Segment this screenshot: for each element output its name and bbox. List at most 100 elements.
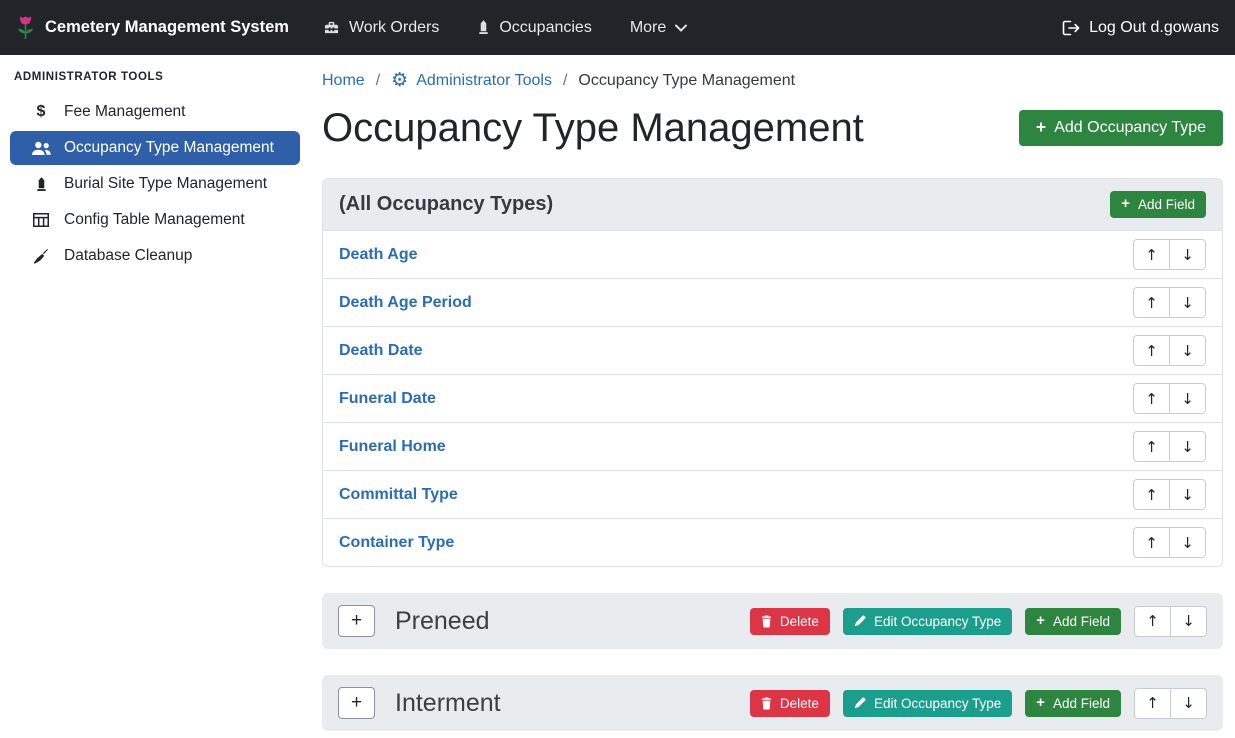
section-title: Interment xyxy=(395,689,501,718)
nav-links: Work Orders Occupancies More xyxy=(323,19,687,37)
add-field-label: Add Field xyxy=(1053,614,1110,629)
arrow-down-icon: ↓ xyxy=(1181,534,1194,552)
nav-work-orders[interactable]: Work Orders xyxy=(323,19,439,37)
move-down-button[interactable]: ↓ xyxy=(1169,287,1206,318)
edit-occupancy-type-button[interactable]: Edit Occupancy Type xyxy=(843,690,1012,717)
field-link-death-age-period[interactable]: Death Age Period xyxy=(339,294,472,312)
sidebar-item-database-cleanup[interactable]: Database Cleanup xyxy=(10,239,300,273)
pencil-icon xyxy=(854,615,866,627)
move-up-button[interactable]: ↑ xyxy=(1134,606,1171,637)
reorder-group: ↑ ↓ xyxy=(1133,383,1206,414)
move-up-button[interactable]: ↑ xyxy=(1133,335,1170,366)
app-brand[interactable]: Cemetery Management System xyxy=(16,14,289,42)
reorder-group: ↑ ↓ xyxy=(1134,606,1207,637)
arrow-down-icon: ↓ xyxy=(1181,390,1194,408)
add-occupancy-type-label: Add Occupancy Type xyxy=(1054,119,1206,137)
move-up-button[interactable]: ↑ xyxy=(1133,287,1170,318)
breadcrumb-home[interactable]: Home xyxy=(322,72,365,90)
move-down-button[interactable]: ↓ xyxy=(1169,431,1206,462)
add-field-button[interactable]: + Add Field xyxy=(1110,191,1206,218)
move-down-button[interactable]: ↓ xyxy=(1169,479,1206,510)
sidebar-heading: Administrator Tools xyxy=(0,65,310,93)
sidebar-item-fee-management[interactable]: $ Fee Management xyxy=(10,95,300,129)
add-occupancy-type-button[interactable]: + Add Occupancy Type xyxy=(1019,110,1223,146)
field-link-funeral-home[interactable]: Funeral Home xyxy=(339,438,446,456)
move-down-button[interactable]: ↓ xyxy=(1170,688,1207,719)
monument-icon xyxy=(30,177,52,192)
occupancy-type-section-interment: + Interment Delete xyxy=(322,675,1223,731)
move-down-button[interactable]: ↓ xyxy=(1169,527,1206,558)
dollar-icon: $ xyxy=(30,104,52,120)
broom-icon xyxy=(30,248,52,264)
plus-icon: + xyxy=(1036,614,1045,629)
move-down-button[interactable]: ↓ xyxy=(1169,239,1206,270)
sidebar-item-label: Occupancy Type Management xyxy=(64,139,274,157)
section-title: Preneed xyxy=(395,607,490,636)
main-content: Home / ⚙ Administrator Tools / Occupancy… xyxy=(310,55,1235,738)
edit-occupancy-type-button[interactable]: Edit Occupancy Type xyxy=(843,608,1012,635)
field-row: Committal Type ↑ ↓ xyxy=(323,471,1222,519)
move-up-button[interactable]: ↑ xyxy=(1133,527,1170,558)
arrow-up-icon: ↑ xyxy=(1146,694,1159,712)
monument-icon xyxy=(477,20,490,35)
edit-occupancy-type-label: Edit Occupancy Type xyxy=(874,696,1001,711)
field-row: Funeral Date ↑ ↓ xyxy=(323,375,1222,423)
arrow-down-icon: ↓ xyxy=(1182,612,1195,630)
all-occupancy-types-header: (All Occupancy Types) + Add Field xyxy=(323,179,1222,231)
plus-icon: + xyxy=(1036,119,1046,137)
plus-icon: + xyxy=(1036,696,1045,711)
field-link-death-age[interactable]: Death Age xyxy=(339,246,418,264)
expand-button[interactable]: + xyxy=(338,687,375,719)
move-up-button[interactable]: ↑ xyxy=(1133,479,1170,510)
arrow-up-icon: ↑ xyxy=(1145,294,1158,312)
sidebar-item-label: Config Table Management xyxy=(64,211,245,229)
edit-occupancy-type-label: Edit Occupancy Type xyxy=(874,614,1001,629)
delete-label: Delete xyxy=(780,696,819,711)
title-row: Occupancy Type Management + Add Occupanc… xyxy=(322,104,1223,152)
field-link-death-date[interactable]: Death Date xyxy=(339,342,423,360)
move-up-button[interactable]: ↑ xyxy=(1133,383,1170,414)
breadcrumb: Home / ⚙ Administrator Tools / Occupancy… xyxy=(322,71,1223,90)
breadcrumb-admin-tools[interactable]: ⚙ Administrator Tools xyxy=(391,71,552,90)
arrow-up-icon: ↑ xyxy=(1145,438,1158,456)
add-field-button[interactable]: + Add Field xyxy=(1025,608,1121,635)
sidebar-item-config-table-management[interactable]: Config Table Management xyxy=(10,203,300,237)
plus-icon: + xyxy=(1121,197,1130,212)
nav-more-label: More xyxy=(630,19,666,37)
sidebar-item-burial-site-type-management[interactable]: Burial Site Type Management xyxy=(10,167,300,201)
field-row: Death Date ↑ ↓ xyxy=(323,327,1222,375)
nav-occupancies[interactable]: Occupancies xyxy=(477,19,592,37)
arrow-up-icon: ↑ xyxy=(1145,534,1158,552)
move-up-button[interactable]: ↑ xyxy=(1133,239,1170,270)
sidebar: Administrator Tools $ Fee Management Occ… xyxy=(0,55,310,738)
nav-occupancies-label: Occupancies xyxy=(499,19,592,37)
trash-icon xyxy=(761,697,772,710)
delete-button[interactable]: Delete xyxy=(750,690,830,717)
breadcrumb-separator: / xyxy=(376,72,380,90)
logout-button[interactable]: Log Out d.gowans xyxy=(1062,19,1219,37)
move-down-button[interactable]: ↓ xyxy=(1169,383,1206,414)
field-row: Death Age Period ↑ ↓ xyxy=(323,279,1222,327)
move-down-button[interactable]: ↓ xyxy=(1170,606,1207,637)
reorder-group: ↑ ↓ xyxy=(1134,688,1207,719)
page-title: Occupancy Type Management xyxy=(322,104,864,152)
reorder-group: ↑ ↓ xyxy=(1133,287,1206,318)
table-icon xyxy=(30,213,52,227)
expand-button[interactable]: + xyxy=(338,605,375,637)
move-up-button[interactable]: ↑ xyxy=(1133,431,1170,462)
move-down-button[interactable]: ↓ xyxy=(1169,335,1206,366)
top-navbar: Cemetery Management System Work Orders O… xyxy=(0,0,1235,55)
field-link-container-type[interactable]: Container Type xyxy=(339,534,454,552)
nav-work-orders-label: Work Orders xyxy=(349,19,439,37)
delete-label: Delete xyxy=(780,614,819,629)
breadcrumb-separator: / xyxy=(563,72,567,90)
move-up-button[interactable]: ↑ xyxy=(1134,688,1171,719)
section-actions: Delete Edit Occupancy Type + Add Field ↑ xyxy=(750,688,1207,719)
delete-button[interactable]: Delete xyxy=(750,608,830,635)
sidebar-item-occupancy-type-management[interactable]: Occupancy Type Management xyxy=(10,131,300,165)
nav-more[interactable]: More xyxy=(630,19,687,37)
occupancy-type-section-preneed: + Preneed Delete xyxy=(322,593,1223,649)
field-link-funeral-date[interactable]: Funeral Date xyxy=(339,390,436,408)
add-field-button[interactable]: + Add Field xyxy=(1025,690,1121,717)
field-link-committal-type[interactable]: Committal Type xyxy=(339,486,458,504)
